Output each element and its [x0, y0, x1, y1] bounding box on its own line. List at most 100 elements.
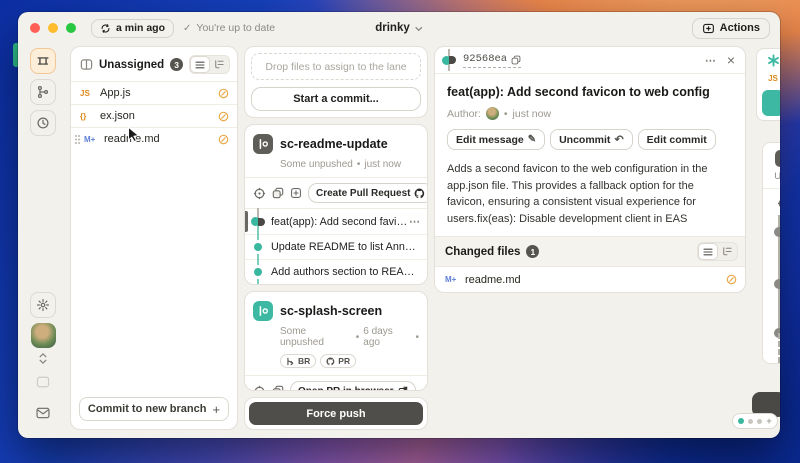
titlebar: a min ago ✓ You're up to date drinky Act…: [18, 12, 780, 44]
branch-lane: Drop files to assign to the lane Start a…: [244, 46, 428, 430]
zoom-window-button[interactable]: [66, 23, 76, 33]
branch-name: sc-splash-screen: [280, 304, 382, 318]
file-row[interactable]: {} ex.json: [71, 104, 237, 127]
commit-details-header: 92568ea ⋯ ×: [435, 47, 745, 74]
actions-button[interactable]: Actions: [692, 18, 770, 39]
close-window-button[interactable]: [30, 23, 40, 33]
author-avatar: [486, 107, 499, 120]
up-to-date-label: You're up to date: [196, 22, 275, 34]
mouse-cursor: [126, 126, 141, 148]
sync-button[interactable]: a min ago: [91, 19, 174, 38]
commit-title: feat(app): Add second favicon to web con…: [447, 85, 733, 99]
changed-file-row[interactable]: M+ readme.md: [435, 267, 745, 292]
file-row[interactable]: M+ readme.md: [71, 127, 237, 150]
unassigned-panel: Unassigned 3 JS App.js: [70, 46, 238, 430]
commit-row[interactable]: Add authors section to README file: [245, 259, 427, 284]
branch-badge[interactable]: BR: [280, 354, 316, 368]
feedback-button[interactable]: [30, 400, 56, 426]
commit-menu-button[interactable]: ⋯: [409, 215, 421, 228]
commit-row-selected[interactable]: feat(app): Add second favico... ⋯: [245, 209, 427, 234]
commit-hash-link[interactable]: 92568ea: [463, 52, 521, 69]
branch-card-sc-splash-screen: sc-splash-screen Some unpushed • 6 days …: [244, 291, 428, 391]
details-menu-button[interactable]: ⋯: [705, 54, 717, 67]
modified-status-icon: [726, 274, 737, 285]
md-file-icon: M+: [84, 135, 98, 144]
uncommit-label: Uncommit: [559, 134, 610, 146]
panel-toggle-button[interactable]: [30, 369, 56, 395]
tree-view-toggle[interactable]: [718, 244, 736, 259]
commit-hash: 92568ea: [463, 52, 507, 68]
uncommit-button[interactable]: Uncommit ↶: [550, 129, 633, 150]
target-icon-button[interactable]: [775, 195, 780, 211]
copy-link-icon: [511, 55, 521, 65]
panel-icon: [36, 376, 50, 388]
drag-handle-icon[interactable]: [74, 134, 81, 145]
commit-dot-icon: [774, 227, 780, 237]
file-row[interactable]: JS App.js: [71, 81, 237, 104]
workspace-tab[interactable]: [30, 48, 56, 74]
commit-dot-icon: [774, 279, 780, 289]
copy-icon-button[interactable]: [272, 185, 284, 201]
dot-separator: •: [415, 332, 419, 343]
pr-badge[interactable]: PR: [320, 354, 356, 368]
force-push-button[interactable]: Force push: [249, 402, 423, 425]
js-file-icon: JS: [768, 74, 778, 83]
pagination-dot[interactable]: [757, 419, 762, 424]
list-view-toggle[interactable]: [699, 244, 717, 259]
branch-toolbar: Create Pull Request ⋯: [245, 177, 427, 209]
branch-card-sc-readme-update: sc-readme-update Some unpushed • just no…: [244, 124, 428, 285]
pagination-dot[interactable]: [748, 419, 753, 424]
open-pr-in-browser-button[interactable]: Open PR in browser: [290, 381, 416, 391]
tree-view-toggle[interactable]: [210, 57, 228, 72]
sync-icon: [100, 23, 111, 34]
pagination-add[interactable]: +: [766, 417, 771, 426]
branch-header[interactable]: sc-readme-update Some unpushed • just no…: [245, 125, 427, 177]
lane-pagination[interactable]: +: [732, 413, 778, 429]
target-icon-button[interactable]: [253, 185, 266, 201]
project-selector[interactable]: drinky: [375, 22, 423, 34]
target-icon-button[interactable]: [253, 383, 266, 391]
unassigned-title: Unassigned: [99, 59, 164, 71]
commit-description: Adds a second favicon to the web configu…: [447, 161, 733, 227]
peek-file-stack: JS: [756, 48, 780, 121]
minimize-window-button[interactable]: [48, 23, 58, 33]
edit-message-button[interactable]: Edit message ✎: [447, 129, 545, 150]
create-pull-request-button[interactable]: Create Pull Request: [308, 183, 428, 203]
close-details-button[interactable]: ×: [727, 53, 735, 67]
copy-icon-button[interactable]: [272, 383, 284, 391]
left-icon-rail: [22, 46, 64, 430]
history-tab[interactable]: [30, 110, 56, 136]
commit-details-panel: 92568ea ⋯ × feat(app): Add second favico…: [434, 46, 746, 430]
actions-label: Actions: [720, 22, 760, 34]
plus-icon: +: [212, 402, 220, 417]
create-pull-request-label: Create Pull Request: [316, 188, 410, 199]
br-badge-label: BR: [298, 356, 310, 366]
drop-zone[interactable]: Drop files to assign to the lane: [251, 53, 421, 80]
start-commit-button[interactable]: Start a commit...: [251, 87, 421, 111]
edit-message-label: Edit message: [456, 134, 524, 146]
settings-button[interactable]: [30, 292, 56, 318]
sync-label: a min ago: [116, 22, 165, 34]
peek-branch-card[interactable]: Unp: [762, 142, 780, 364]
dot-separator: •: [504, 108, 508, 120]
list-view-toggle[interactable]: [191, 57, 209, 72]
branches-tab[interactable]: [30, 79, 56, 105]
branch-header[interactable]: sc-splash-screen Some unpushed • 6 days …: [245, 292, 427, 375]
commit-row[interactable]: Update README to list Anne as pr...: [245, 234, 427, 259]
edit-commit-button[interactable]: Edit commit: [638, 129, 716, 150]
branch-menu-button[interactable]: ⋯: [422, 385, 428, 392]
view-toggle-group: [697, 242, 738, 261]
user-avatar[interactable]: [31, 323, 56, 348]
add-dependent-branch-button[interactable]: [290, 185, 302, 201]
account-switcher-chevrons[interactable]: [39, 353, 47, 364]
peek-commit-rail: [763, 215, 780, 363]
modified-status-icon: [218, 111, 229, 122]
commit-to-new-branch-button[interactable]: Commit to new branch +: [79, 397, 229, 421]
selected-file-chip[interactable]: [762, 90, 780, 116]
open-pr-label: Open PR in browser: [298, 386, 394, 392]
branch-status: Some unpushed: [280, 326, 352, 348]
split-square-icon: [80, 58, 93, 71]
pagination-dot-active[interactable]: [738, 418, 744, 424]
changed-files-header: Changed files 1: [435, 236, 745, 267]
next-lane-peek: JS Unp: [752, 46, 780, 430]
